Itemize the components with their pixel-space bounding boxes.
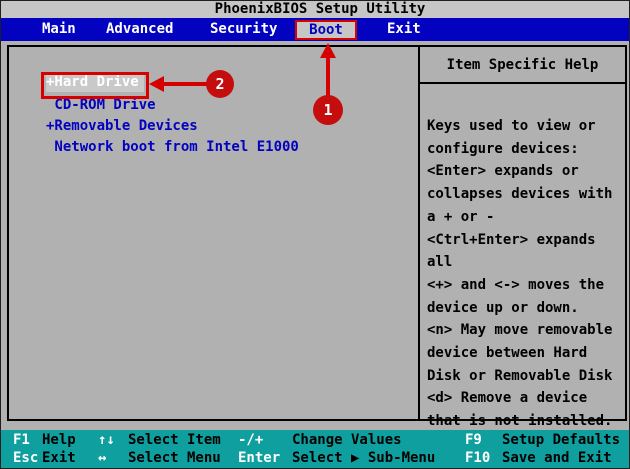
help-line: Disk or Removable Disk	[427, 367, 613, 384]
boot-item-removable-devices[interactable]: +Removable Devices	[46, 118, 198, 137]
arrow-left-icon	[163, 82, 208, 86]
help-line: device between Hard	[427, 345, 588, 362]
boot-item-cdrom-drive[interactable]: CD-ROM Drive	[46, 97, 155, 116]
help-line: configure devices:	[427, 140, 579, 157]
help-line: <+> and <-> moves the	[427, 276, 605, 293]
key-leftright-label: Select Menu	[128, 450, 221, 466]
help-line: all	[427, 254, 453, 271]
annotation-step-2-badge: 2	[206, 70, 234, 98]
help-line: <Ctrl+Enter> expands	[427, 231, 596, 248]
key-minus-plus: -/+	[238, 432, 264, 448]
arrow-left-head-icon	[149, 76, 164, 92]
key-minus-plus-label: Change Values	[292, 432, 402, 448]
key-f1: F1	[13, 432, 30, 448]
key-esc-label: Exit	[42, 450, 76, 466]
help-line: <d> Remove a device	[427, 390, 588, 407]
page-title: PhoenixBIOS Setup Utility	[1, 1, 629, 18]
annotation-box-hard-drive	[41, 72, 149, 99]
key-f9: F9	[465, 432, 482, 448]
item-specific-help-panel: Item Specific Help Keys used to view or …	[418, 47, 625, 429]
tab-exit[interactable]: Exit	[387, 18, 421, 41]
arrow-up-head-icon	[320, 43, 336, 58]
key-leftright-arrows-icon: ↔	[98, 450, 107, 466]
annotation-box-boot-tab: Boot	[295, 20, 357, 40]
bios-setup-screen: PhoenixBIOS Setup Utility Main Advanced …	[0, 0, 630, 469]
help-line: Keys used to view or	[427, 118, 596, 134]
help-line: <Enter> expands or	[427, 163, 579, 180]
help-panel-title: Item Specific Help	[420, 47, 625, 84]
key-esc: Esc	[13, 450, 39, 466]
key-f10-label: Save and Exit	[502, 450, 612, 466]
tab-advanced[interactable]: Advanced	[106, 18, 173, 41]
arrow-up-icon	[326, 57, 330, 97]
boot-item-network-boot[interactable]: Network boot from Intel E1000	[46, 139, 298, 158]
key-enter: Enter	[238, 450, 281, 466]
key-f9-label: Setup Defaults	[502, 432, 621, 448]
menu-bar: Main Advanced Security Boot Exit	[1, 18, 629, 41]
annotation-step-1-badge: 1	[313, 95, 343, 125]
help-line: collapses devices with	[427, 186, 613, 203]
key-enter-label: Select ▶ Sub-Menu	[292, 450, 436, 466]
key-updown-arrows-icon: ↑↓	[98, 432, 115, 448]
tab-main[interactable]: Main	[42, 18, 76, 41]
key-f10: F10	[465, 450, 491, 466]
tab-security[interactable]: Security	[210, 18, 277, 41]
key-legend-bar: F1 Help ↑↓ Select Item -/+ Change Values…	[1, 430, 629, 468]
tab-boot-selected[interactable]: Boot	[297, 22, 355, 38]
key-f1-label: Help	[42, 432, 76, 448]
help-line: <n> May move removable	[427, 322, 613, 339]
key-updown-label: Select Item	[128, 432, 221, 448]
help-line: device up or down.	[427, 299, 579, 316]
help-panel-text: Keys used to view or configure devices: …	[420, 84, 625, 433]
help-line: a + or -	[427, 208, 495, 225]
